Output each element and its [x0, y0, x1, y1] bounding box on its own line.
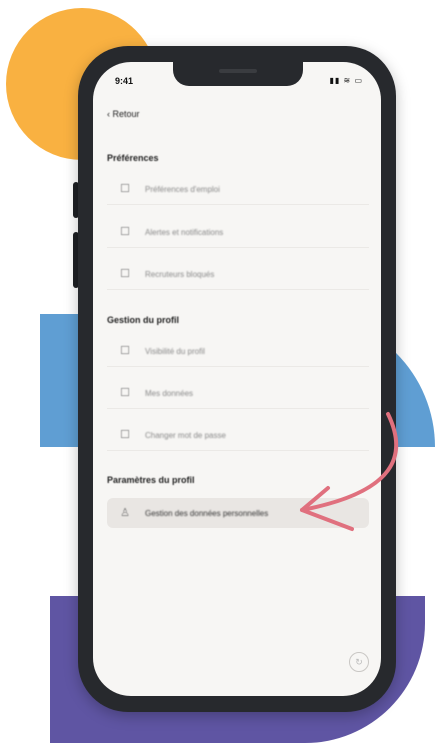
- pointer-arrow: [300, 412, 399, 531]
